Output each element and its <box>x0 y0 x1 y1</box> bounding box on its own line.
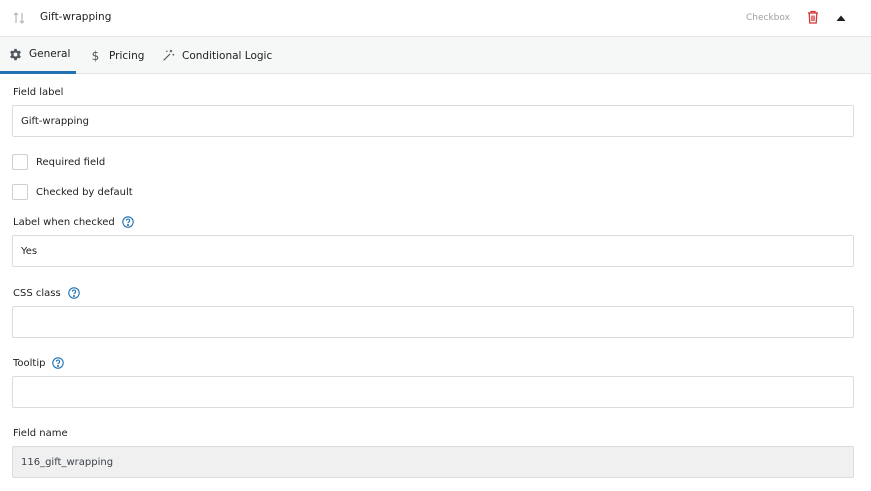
help-icon[interactable] <box>122 216 134 228</box>
label-when-checked-text: Label when checked <box>13 216 115 228</box>
required-field-label: Required field <box>36 156 106 168</box>
tab-label: General <box>29 48 71 60</box>
css-class-label: CSS class <box>13 287 80 299</box>
field-title: Gift-wrapping <box>40 11 112 23</box>
field-name-input[interactable] <box>12 446 854 478</box>
field-name-label: Field name <box>13 428 68 439</box>
css-class-text: CSS class <box>13 287 61 299</box>
field-label-input[interactable] <box>12 105 854 137</box>
tooltip-label: Tooltip <box>13 357 65 369</box>
checked-by-default-label: Checked by default <box>36 186 133 198</box>
tab-general[interactable]: General <box>0 37 76 74</box>
trash-icon[interactable] <box>806 9 820 25</box>
tab-label: Conditional Logic <box>182 49 273 62</box>
dollar-icon: $ <box>91 48 100 63</box>
field-header[interactable]: Gift-wrapping Checkbox <box>0 0 871 37</box>
label-when-checked-label: Label when checked <box>13 216 134 228</box>
required-field-checkbox[interactable] <box>12 154 28 170</box>
required-field-row[interactable]: Required field <box>12 154 105 170</box>
help-icon[interactable] <box>67 287 80 299</box>
tab-bar: General $ Pricing Conditional Logic <box>0 37 871 74</box>
caret-up-icon[interactable] <box>835 13 847 21</box>
field-name-text: Field name <box>13 428 68 439</box>
label-when-checked-input[interactable] <box>12 235 854 267</box>
gear-icon <box>9 48 22 61</box>
field-label-text: Field label <box>13 87 64 98</box>
field-label-label: Field label <box>13 87 63 98</box>
css-class-input[interactable] <box>12 306 854 338</box>
field-type-label: Checkbox <box>746 13 790 23</box>
tab-label: Pricing <box>109 49 145 62</box>
checked-by-default-row[interactable]: Checked by default <box>12 184 133 200</box>
tab-conditional-logic[interactable]: Conditional Logic <box>162 37 272 74</box>
tab-pricing[interactable]: $ Pricing <box>89 37 145 74</box>
tooltip-text: Tooltip <box>13 357 46 369</box>
sort-arrows-icon[interactable] <box>11 10 27 26</box>
magic-wand-icon <box>162 49 175 62</box>
help-icon[interactable] <box>52 357 65 369</box>
tooltip-input[interactable] <box>12 376 854 408</box>
checked-by-default-checkbox[interactable] <box>12 184 28 200</box>
